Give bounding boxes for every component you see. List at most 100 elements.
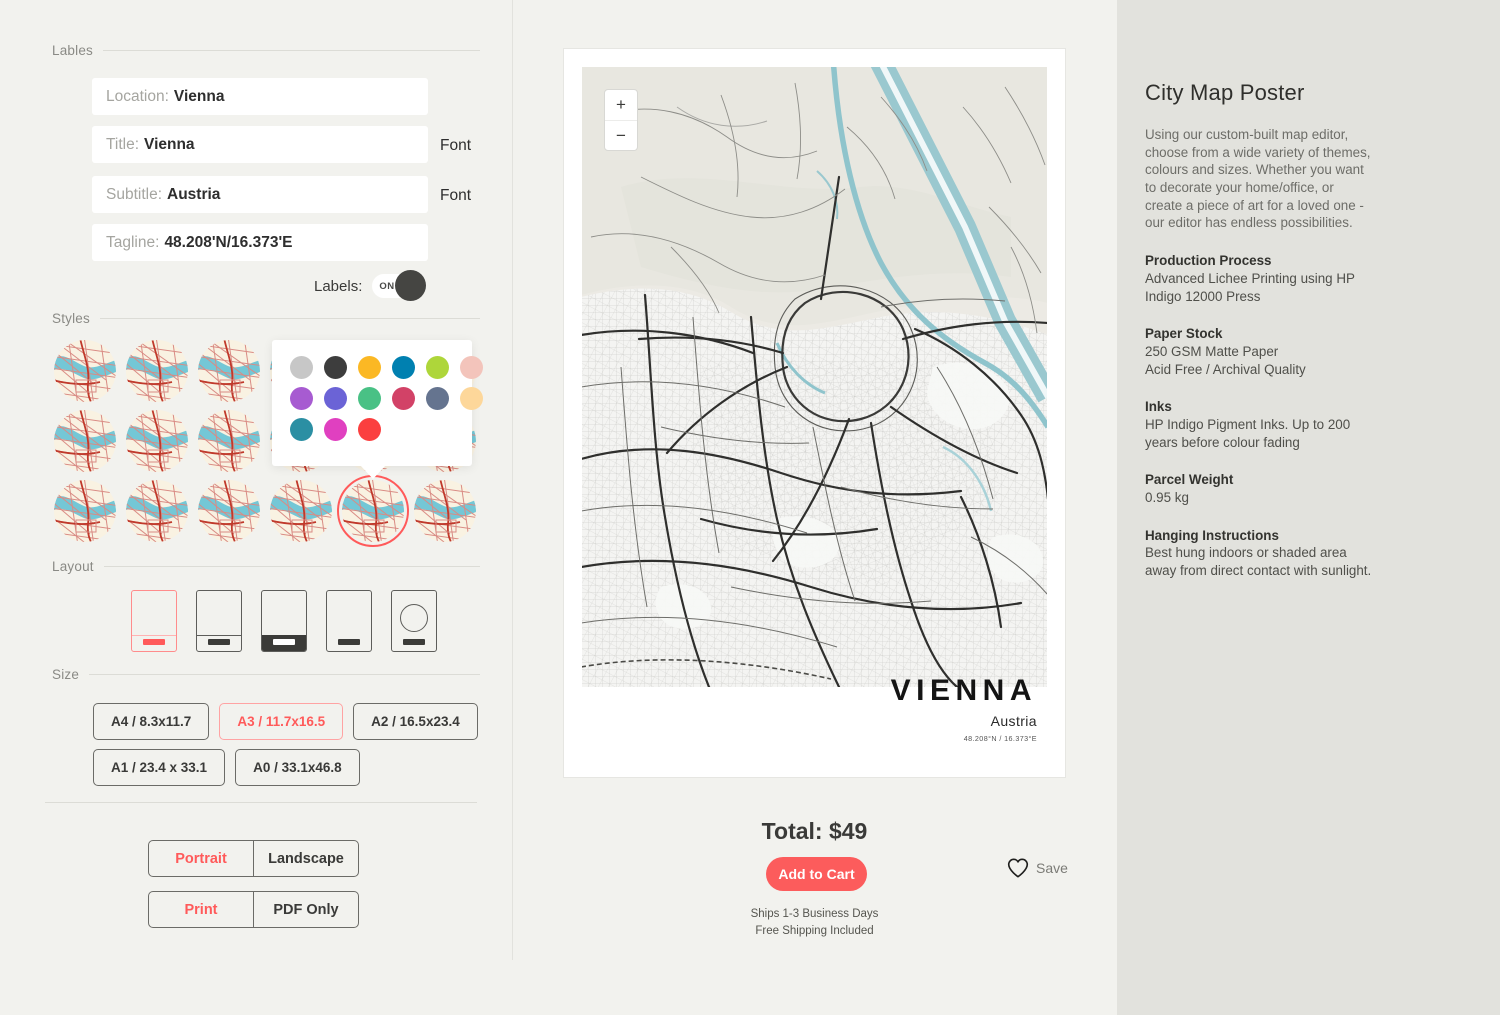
color-picker-popover [272, 340, 483, 479]
layout-bar [338, 639, 360, 645]
color-swatch-row [290, 356, 483, 379]
detail-heading: Hanging Instructions [1145, 527, 1279, 543]
size-option-a4[interactable]: A4 / 8.3x11.7 [93, 703, 210, 740]
color-swatch[interactable] [290, 387, 313, 410]
section-rule [99, 318, 480, 319]
color-swatch[interactable] [426, 356, 449, 379]
product-detail-block: Inks HP Indigo Pigment Inks. Up to 200 ye… [1145, 398, 1377, 451]
layout-bar [208, 639, 230, 645]
styles-section-label: Styles [52, 311, 90, 326]
style-thumbnail[interactable] [198, 410, 260, 472]
tagline-field-key: Tagline: [106, 233, 160, 251]
size-option-a1[interactable]: A1 / 23.4 x 33.1 [93, 749, 226, 786]
style-thumbnail[interactable] [198, 480, 260, 542]
product-title: City Map Poster [1145, 80, 1305, 105]
layout-option-portrait-circle[interactable] [391, 590, 437, 652]
zoom-in-button[interactable]: + [605, 90, 637, 121]
style-thumbnail-image [54, 480, 116, 542]
section-rule [89, 674, 480, 675]
style-thumbnail-image [126, 410, 188, 472]
color-swatch[interactable] [324, 418, 347, 441]
color-swatch[interactable] [324, 356, 347, 379]
style-thumbnail-image [54, 340, 116, 402]
style-thumbnail[interactable] [198, 340, 260, 402]
poster-title: VIENNA [890, 674, 1037, 707]
shipping-line-2: Free Shipping Included [755, 924, 874, 937]
layout-option-portrait-plain[interactable] [326, 590, 372, 652]
subtitle-font-button[interactable]: Font [440, 187, 471, 205]
section-rule [103, 566, 480, 567]
layout-bar [273, 639, 295, 645]
style-thumbnail[interactable] [270, 480, 332, 542]
location-field[interactable]: Location: Vienna [92, 78, 428, 115]
output-toggle: Print PDF Only [148, 891, 359, 928]
detail-body: 250 GSM Matte Paper Acid Free / Archival … [1145, 343, 1306, 377]
color-swatch-row [290, 418, 472, 441]
save-button[interactable]: Save [1007, 858, 1068, 878]
poster-preview: + − VIENNA Austria 48.208°N / 16.373°E [563, 48, 1066, 778]
size-option-a3[interactable]: A3 / 11.7x16.5 [219, 703, 344, 740]
detail-body: Advanced Lichee Printing using HP Indigo… [1145, 270, 1355, 304]
orientation-option-portrait[interactable]: Portrait [149, 841, 254, 876]
style-row [54, 475, 484, 547]
color-swatch[interactable] [426, 387, 449, 410]
title-font-button[interactable]: Font [440, 137, 471, 155]
style-thumbnail[interactable] [54, 480, 116, 542]
style-thumbnail[interactable] [126, 410, 188, 472]
map-graphic [582, 67, 1047, 687]
style-thumbnail[interactable] [414, 480, 476, 542]
labels-toggle-label: Labels: [314, 277, 363, 295]
layout-options [131, 590, 437, 652]
map-zoom-controls: + − [604, 89, 638, 151]
output-options: Portrait Landscape Print PDF Only [148, 840, 359, 942]
color-swatch[interactable] [324, 387, 347, 410]
add-to-cart-button[interactable]: Add to Cart [766, 857, 867, 891]
size-option-a0[interactable]: A0 / 33.1x46.8 [235, 749, 360, 786]
style-thumbnail[interactable] [54, 410, 116, 472]
style-thumbnail[interactable] [54, 340, 116, 402]
tagline-field[interactable]: Tagline: 48.208'N/16.373'E [92, 224, 428, 261]
styles-section-heading: Styles [52, 311, 480, 326]
product-detail-block: Production Process Advanced Lichee Printi… [1145, 252, 1377, 305]
total-price: Total: $49 [761, 818, 868, 844]
color-swatch[interactable] [392, 387, 415, 410]
poster-caption: VIENNA Austria 48.208°N / 16.373°E [890, 674, 1037, 744]
orientation-toggle: Portrait Landscape [148, 840, 359, 877]
shipping-line-1: Ships 1-3 Business Days [750, 908, 879, 920]
output-option-pdf[interactable]: PDF Only [254, 892, 358, 927]
map-canvas[interactable]: + − [582, 67, 1047, 687]
poster-subtitle: Austria [990, 713, 1037, 729]
title-field[interactable]: Title: Vienna [92, 126, 428, 163]
layout-option-portrait-footer-red[interactable] [131, 590, 177, 652]
size-options: A4 / 8.3x11.7 A3 / 11.7x16.5 A2 / 16.5x2… [93, 703, 493, 795]
detail-heading: Inks [1145, 399, 1172, 415]
style-thumbnail-image [198, 410, 260, 472]
style-thumbnail[interactable] [126, 480, 188, 542]
detail-body: HP Indigo Pigment Inks. Up to 200 years … [1145, 416, 1351, 450]
color-swatch[interactable] [460, 356, 483, 379]
color-swatch[interactable] [290, 418, 313, 441]
detail-heading: Parcel Weight [1145, 472, 1234, 488]
color-swatch[interactable] [290, 356, 313, 379]
product-description: Using our custom-built map editor, choos… [1145, 127, 1371, 231]
subtitle-field[interactable]: Subtitle: Austria [92, 176, 428, 213]
color-swatch[interactable] [460, 387, 483, 410]
color-swatch[interactable] [358, 356, 381, 379]
layout-option-portrait-footer-dark[interactable] [261, 590, 307, 652]
labels-toggle[interactable]: ON [372, 270, 427, 301]
title-field-value: Vienna [144, 135, 195, 153]
style-thumbnail-image [54, 410, 116, 472]
size-option-a2[interactable]: A2 / 16.5x23.4 [353, 703, 478, 740]
output-option-print[interactable]: Print [149, 892, 254, 927]
color-swatch[interactable] [392, 356, 415, 379]
layout-option-portrait-footer-light[interactable] [196, 590, 242, 652]
style-thumbnail[interactable] [126, 340, 188, 402]
color-swatch[interactable] [358, 387, 381, 410]
detail-body: Best hung indoors or shaded area away fr… [1145, 545, 1372, 579]
layout-section-heading: Layout [52, 559, 480, 574]
preview-panel: + − VIENNA Austria 48.208°N / 16.373°E T… [512, 0, 1117, 1015]
zoom-out-button[interactable]: − [605, 121, 637, 151]
style-thumbnail[interactable] [337, 475, 409, 547]
color-swatch[interactable] [358, 418, 381, 441]
orientation-option-landscape[interactable]: Landscape [254, 841, 358, 876]
